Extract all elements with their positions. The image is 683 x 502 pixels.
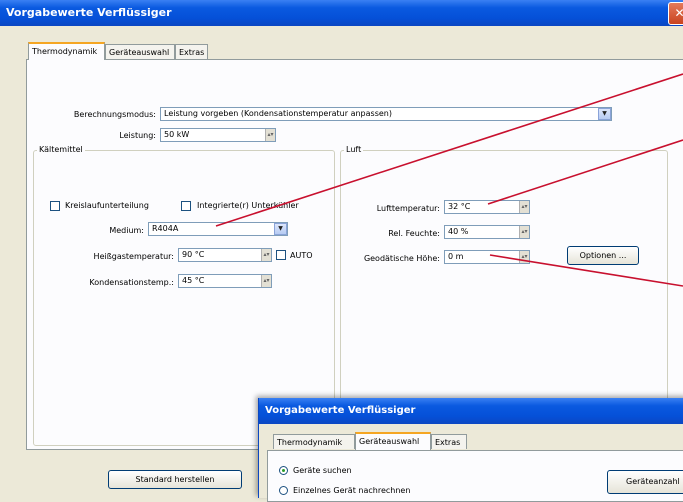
restore-defaults-button[interactable]: Standard herstellen — [108, 470, 242, 489]
altitude-label: Geodätische Höhe: — [363, 254, 440, 263]
medium-label: Medium: — [109, 226, 144, 235]
condensation-label: Kondensationstemp.: — [89, 278, 174, 287]
chevron-down-icon[interactable]: ▼ — [274, 223, 287, 235]
mode-value: Leistung vorgeben (Kondensationstemperat… — [164, 109, 392, 118]
mode-label: Berechnungsmodus: — [73, 110, 156, 119]
device-count-button[interactable]: Geräteanzahl — [607, 470, 683, 494]
humidity-spinner-icon[interactable]: ▴▾ — [519, 226, 529, 238]
window-title: Vorgabewerte Verflüssiger — [6, 6, 172, 19]
overlay-dialog-title: Vorgabewerte Verflüssiger — [259, 398, 683, 424]
hotgas-label: Heißgastemperatur: — [93, 252, 174, 261]
mode-dropdown[interactable]: Leistung vorgeben (Kondensationstemperat… — [160, 107, 612, 121]
medium-value: R404A — [152, 224, 179, 233]
close-icon[interactable]: ✕ — [668, 2, 683, 25]
power-label: Leistung: — [119, 131, 156, 140]
subcooler-checkbox[interactable] — [181, 201, 191, 211]
hotgas-input[interactable]: 90 °C — [178, 248, 272, 262]
air-temperature-input[interactable]: 32 °C — [444, 200, 530, 214]
tab-geraeteauswahl[interactable]: Geräteauswahl — [105, 44, 175, 59]
power-input[interactable]: 50 kW — [160, 128, 276, 142]
hotgas-spinner-icon[interactable]: ▴▾ — [261, 249, 271, 261]
condensation-value: 45 °C — [182, 276, 205, 285]
hotgas-value: 90 °C — [182, 250, 205, 259]
air-group-title: Luft — [344, 145, 364, 154]
circuit-split-checkbox[interactable] — [50, 201, 60, 211]
humidity-value: 40 % — [448, 227, 469, 236]
altitude-spinner-icon[interactable]: ▴▾ — [519, 251, 529, 263]
search-devices-radio[interactable] — [279, 466, 288, 475]
altitude-value: 0 m — [448, 252, 464, 261]
humidity-label: Rel. Feuchte: — [388, 229, 440, 238]
overlay-dialog: Vorgabewerte Verflüssiger Thermodynamik … — [258, 398, 683, 502]
overlay-tab-geraeteauswahl[interactable]: Geräteauswahl — [355, 432, 431, 450]
subcooler-label: Integrierte(r) Unterkühler — [197, 201, 299, 210]
tab-thermodynamik[interactable]: Thermodynamik — [28, 42, 105, 60]
single-device-label: Einzelnes Gerät nachrechnen — [293, 486, 411, 495]
power-spinner-icon[interactable]: ▴▾ — [265, 129, 275, 141]
single-device-radio[interactable] — [279, 486, 288, 495]
window-titlebar: Vorgabewerte Verflüssiger ✕ — [0, 0, 683, 26]
air-temperature-value: 32 °C — [448, 202, 471, 211]
humidity-input[interactable]: 40 % — [444, 225, 530, 239]
condensation-spinner-icon[interactable]: ▴▾ — [261, 275, 271, 287]
tab-extras[interactable]: Extras — [175, 44, 208, 59]
search-devices-label: Geräte suchen — [293, 466, 352, 475]
power-value: 50 kW — [164, 130, 190, 139]
overlay-tab-thermodynamik[interactable]: Thermodynamik — [273, 434, 355, 449]
chevron-down-icon[interactable]: ▼ — [598, 108, 611, 120]
air-temperature-spinner-icon[interactable]: ▴▾ — [519, 201, 529, 213]
medium-dropdown[interactable]: R404A — [148, 222, 288, 236]
air-temperature-label: Lufttemperatur: — [376, 204, 440, 213]
refrigerant-group-title: Kältemittel — [37, 145, 85, 154]
options-button[interactable]: Optionen ... — [567, 246, 639, 265]
overlay-tab-extras[interactable]: Extras — [431, 434, 467, 449]
circuit-split-label: Kreislaufunterteilung — [65, 201, 149, 210]
altitude-input[interactable]: 0 m — [444, 250, 530, 264]
auto-checkbox[interactable] — [276, 250, 286, 260]
auto-label: AUTO — [290, 251, 313, 260]
condensation-input[interactable]: 45 °C — [178, 274, 272, 288]
